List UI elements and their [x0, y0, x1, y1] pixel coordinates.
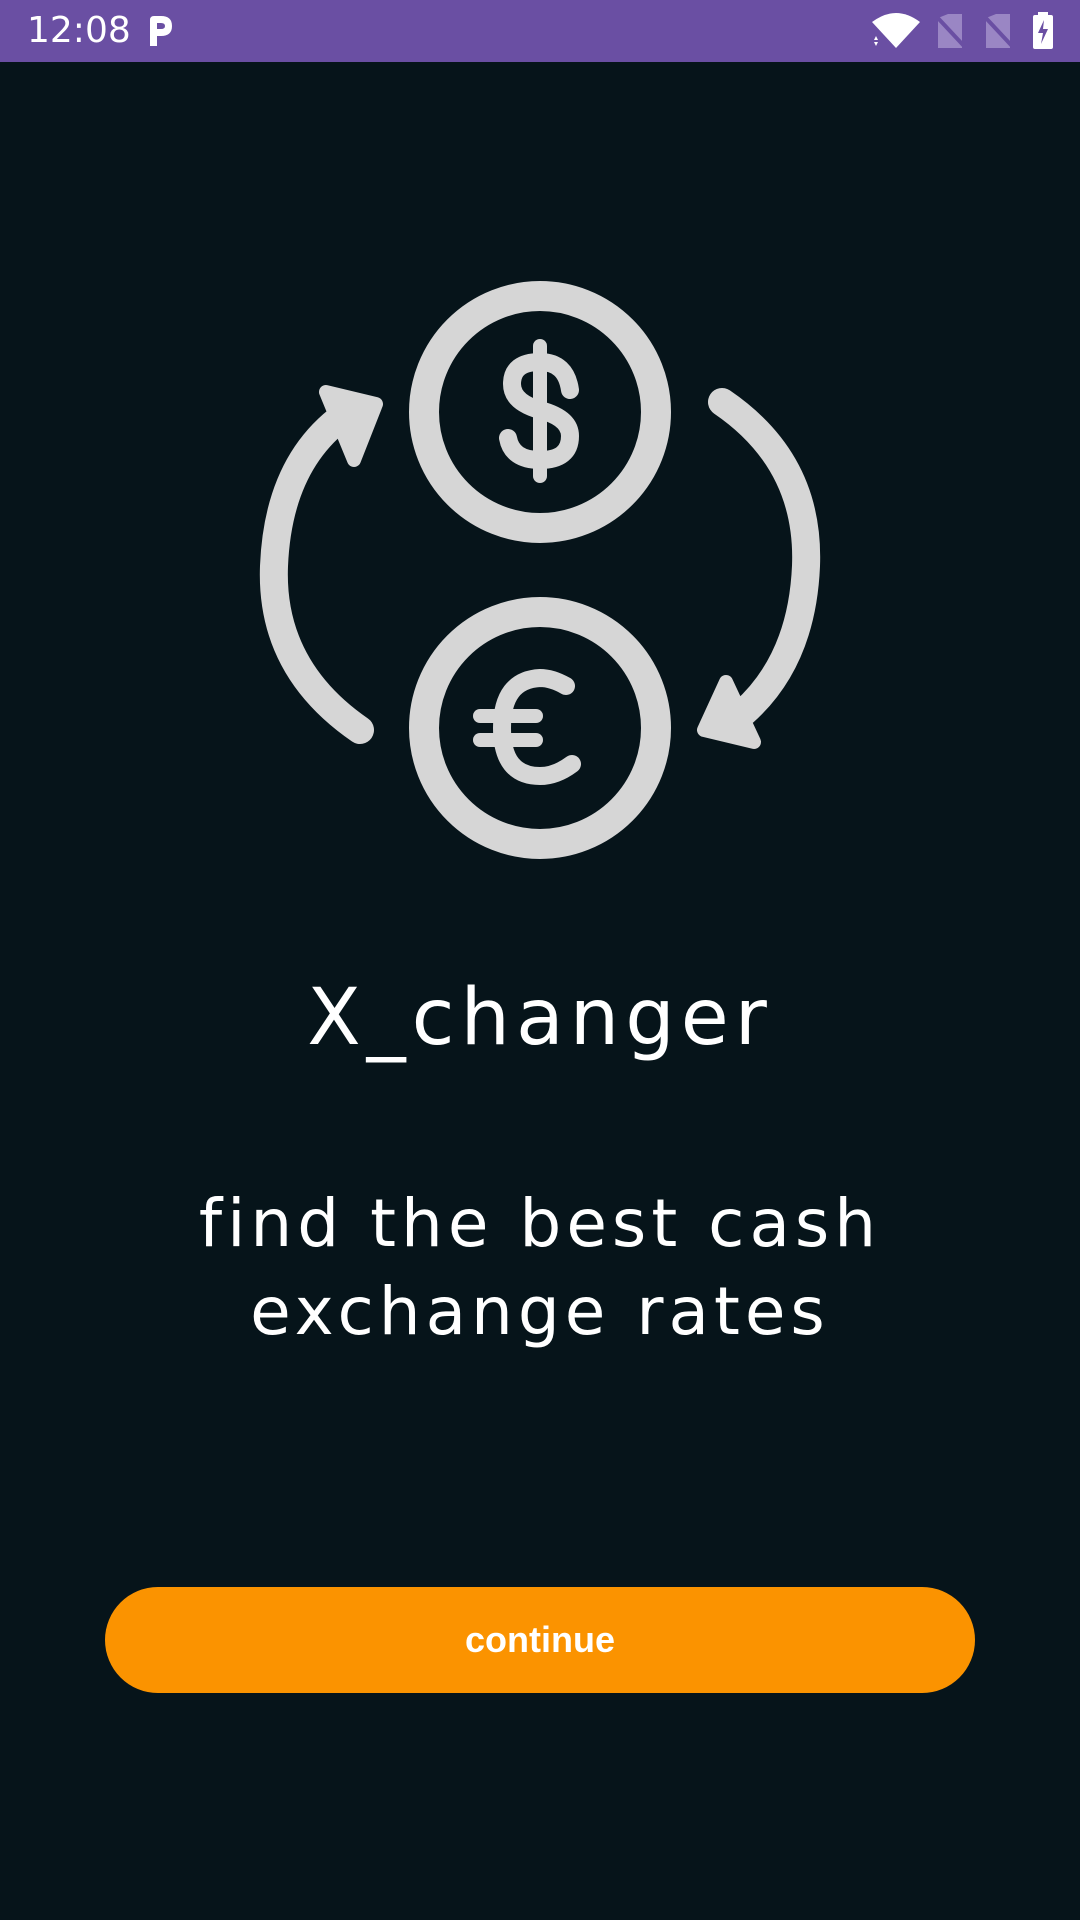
- euro-coin-icon: [409, 597, 671, 859]
- dollar-coin-icon: [409, 281, 671, 543]
- no-sim-icon: [934, 14, 966, 48]
- currency-exchange-icon: [259, 281, 821, 859]
- continue-button[interactable]: continue: [105, 1587, 975, 1693]
- status-time: 12:08: [27, 10, 131, 51]
- arrow-down-icon: [697, 388, 821, 749]
- app-title: X_changer: [307, 973, 773, 1063]
- app-tagline: find the best cash exchange rates: [198, 1185, 882, 1350]
- arrow-up-icon: [259, 385, 383, 744]
- status-bar: 12:08: [0, 0, 1080, 62]
- wifi-icon: [872, 13, 920, 48]
- no-sim-icon: [982, 14, 1014, 48]
- battery-charging-icon: [1033, 12, 1053, 49]
- parking-icon: [150, 16, 172, 46]
